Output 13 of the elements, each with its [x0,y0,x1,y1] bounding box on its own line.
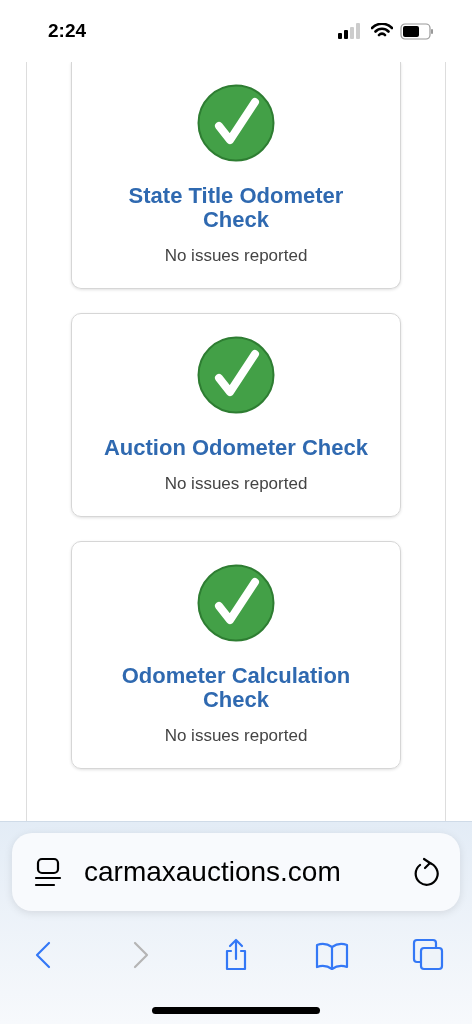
wifi-icon [371,23,393,39]
check-title: State Title Odometer Check [127,184,345,232]
check-result: No issues reported [164,474,308,494]
reload-icon[interactable] [412,857,440,887]
check-title: Auction Odometer Check [103,436,368,460]
status-time: 2:24 [48,20,87,42]
check-title: Odometer Calculation Check [120,664,352,712]
check-result: No issues reported [164,726,308,746]
battery-icon [400,22,434,40]
address-bar[interactable]: carmaxauctions.com [12,833,460,911]
page-menu-icon[interactable] [34,856,62,888]
url-text: carmaxauctions.com [84,856,342,888]
check-result: No issues reported [164,246,308,266]
